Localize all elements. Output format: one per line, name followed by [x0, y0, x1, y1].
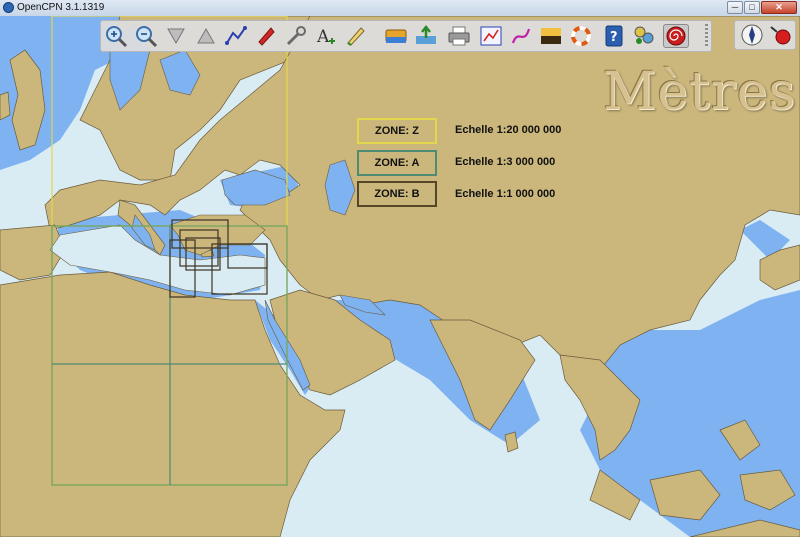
zone-a-label: ZONE: A [357, 150, 437, 176]
ais-icon[interactable] [413, 24, 439, 48]
route-icon[interactable] [223, 24, 249, 48]
zone-z-label: ZONE: Z [357, 118, 437, 144]
window-title: OpenCPN 3.1.1319 [17, 2, 105, 13]
plugin-dashboard-icon[interactable] [631, 24, 657, 48]
scale-in-icon[interactable] [163, 24, 189, 48]
svg-text:A: A [316, 27, 330, 47]
spiral-record-icon[interactable] [663, 24, 689, 48]
title-bar: OpenCPN 3.1.1319 ─ □ ✕ [0, 0, 800, 17]
track-icon[interactable] [508, 24, 534, 48]
zone-b-scale: Echelle 1:1 000 000 [455, 188, 556, 200]
mob-icon[interactable] [568, 24, 594, 48]
zoom-in-icon[interactable] [103, 24, 129, 48]
help-icon[interactable]: ? [601, 24, 627, 48]
status-toolbar [734, 20, 796, 50]
minimize-button[interactable]: ─ [727, 1, 743, 14]
color-scheme-icon[interactable] [538, 24, 564, 48]
depth-units-label: Mètres [603, 62, 797, 122]
route-manager-icon[interactable] [478, 24, 504, 48]
zoom-out-icon[interactable] [133, 24, 159, 48]
zone-z-scale: Echelle 1:20 000 000 [455, 124, 562, 136]
settings-wrench-icon[interactable] [283, 24, 309, 48]
follow-ship-icon[interactable] [253, 24, 279, 48]
zone-a-scale: Echelle 1:3 000 000 [455, 156, 556, 168]
current-tide-icon[interactable] [343, 24, 369, 48]
maximize-button[interactable]: □ [744, 1, 760, 14]
zone-b-label: ZONE: B [357, 181, 437, 207]
chart-quilt-icon[interactable] [383, 24, 409, 48]
close-button[interactable]: ✕ [761, 1, 797, 14]
print-icon[interactable] [446, 24, 472, 48]
svg-text:?: ? [610, 30, 618, 45]
scale-out-icon[interactable] [193, 24, 219, 48]
main-toolbar: A ? [100, 20, 712, 52]
toolbar-grip[interactable] [705, 24, 708, 46]
text-icon[interactable]: A [313, 24, 339, 48]
compass-icon[interactable] [739, 23, 765, 47]
opencpn-app-icon [3, 2, 14, 13]
gps-status-icon[interactable] [767, 23, 793, 47]
